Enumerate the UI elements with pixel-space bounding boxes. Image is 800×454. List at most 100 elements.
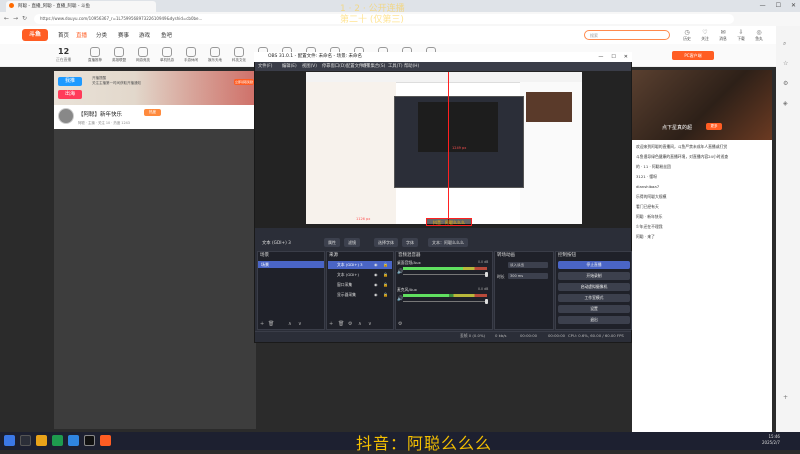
add-icon[interactable]: + [783,394,788,401]
eye-icon[interactable]: ◉ [374,282,378,287]
obs-taskbar-icon[interactable] [84,435,95,446]
mixer-settings-icon[interactable]: ⚙ [398,321,402,327]
message-button[interactable]: ✉ 消息 [714,29,732,42]
control-button[interactable]: 启动虚拟摄像机 [558,283,630,291]
browser-tab[interactable]: 阿聪 - 直播_阿聪 - 直播_阿聪 - 斗鱼 [6,1,156,12]
control-button[interactable]: 开始录制 [558,272,630,280]
properties-button[interactable]: 属性 [324,238,340,247]
tools-icon[interactable]: ⚙ [783,80,788,87]
obs-close-icon[interactable]: ✕ [624,52,628,62]
games-icon[interactable]: ◈ [783,100,788,107]
eye-icon[interactable]: ◉ [374,292,378,297]
scene-remove-icon[interactable]: 🗑 [268,321,274,327]
control-button[interactable]: 退出 [558,316,630,324]
speaker-icon[interactable]: 🔊 [397,269,403,275]
obs-maximize-icon[interactable]: ☐ [611,52,615,62]
obs-menu-item[interactable]: 场景集合(S) [362,63,385,69]
close-icon[interactable]: ✕ [791,0,796,12]
follow-count[interactable]: 12 [58,47,69,56]
nav-yuba[interactable]: 鱼吧 [161,31,172,39]
obs-menu-item[interactable]: 视图(V) [302,63,317,69]
category-item[interactable]: 网游竞技 [132,47,154,63]
obs-menu-item[interactable]: 编辑(E) [282,63,297,69]
mixer-fader-track[interactable] [403,301,487,302]
refresh-icon[interactable]: ↻ [22,15,27,22]
scene-up-icon[interactable]: ∧ [288,321,292,327]
control-button[interactable]: 设置 [558,305,630,313]
scenes-dock-title: 场景 [260,253,269,258]
mixer-fader-knob[interactable] [485,299,488,304]
browser-icon[interactable] [68,435,79,446]
source-down-icon[interactable]: ∨ [368,321,372,327]
start-icon[interactable] [4,435,15,446]
follow-button[interactable]: ♡ 关注 [696,29,714,42]
category-item[interactable]: 直播推荐 [84,47,106,63]
obs-menu-item[interactable]: 工具(T) [388,63,403,69]
download-button[interactable]: ⇩ 下载 [732,29,750,42]
control-button[interactable]: 工作室模式 [558,294,630,302]
scene-add-icon[interactable]: + [260,321,264,327]
message-icon: ✉ [720,29,726,36]
scene-item[interactable]: 场景 [258,261,324,268]
nav-category[interactable]: 分类 [96,31,107,39]
eye-icon[interactable]: ◉ [374,262,378,267]
back-icon[interactable]: ← [4,15,9,22]
maximize-icon[interactable]: ☐ [776,0,781,12]
explorer-icon[interactable] [36,435,47,446]
category-item[interactable]: 英雄联盟 [108,47,130,63]
text-field[interactable]: 文本：阿聪么么么 [428,238,468,247]
lock-icon[interactable]: 🔒 [383,292,388,297]
event-banner[interactable] [632,70,772,140]
source-settings-icon[interactable]: ⚙ [348,321,352,327]
obs-menu-item[interactable]: 帮助(H) [404,63,419,69]
mixer-fader-knob[interactable] [485,272,488,277]
douyu-logo[interactable]: 斗鱼 [22,29,48,41]
promo-claim-button[interactable]: 立即领取奖励 [234,79,254,85]
taskbar-clock[interactable]: 15:46 2025/2/7 [762,434,780,446]
promo-badge-2[interactable]: 出海 [58,90,82,99]
obs-menu-item[interactable]: 文件(F) [258,63,272,69]
category-item[interactable]: 娱乐天地 [204,47,226,63]
control-button[interactable]: 停止直播 [558,261,630,269]
lock-icon[interactable]: 🔒 [383,262,388,267]
avatar[interactable] [58,108,74,124]
obs-menu-item[interactable]: 停靠窗口(D) [322,63,346,69]
speaker-icon[interactable]: 🔊 [397,296,403,302]
nav-home[interactable]: 首页 [58,31,69,39]
preview-selected-text-source[interactable]: 抖音：阿聪么么么 [426,218,472,226]
nav-games[interactable]: 游戏 [139,31,150,39]
search-icon[interactable]: ⌕ [783,40,786,48]
filters-button[interactable]: 滤镜 [344,238,360,247]
font-select-button[interactable]: 选择字体 [374,238,398,247]
category-item[interactable]: 单机热游 [156,47,178,63]
eye-icon[interactable]: ◉ [374,272,378,277]
lock-icon[interactable]: 🔒 [383,272,388,277]
source-up-icon[interactable]: ∧ [358,321,362,327]
video-player[interactable] [54,129,256,429]
search-taskbar-icon[interactable] [20,435,31,446]
event-banner-more[interactable]: 更多 [706,123,722,130]
douyu-taskbar-icon[interactable] [100,435,111,446]
app-icon[interactable] [52,435,63,446]
transition-type-select[interactable]: 淡入淡出 [508,262,548,268]
lock-icon[interactable]: 🔒 [383,282,388,287]
transition-duration-input[interactable]: 300 ms [508,273,548,279]
category-item[interactable]: 科技文化 [228,47,250,63]
nav-events[interactable]: 赛事 [118,31,129,39]
category-item[interactable]: 手游休闲 [180,47,202,63]
obs-minimize-icon[interactable]: — [598,52,603,62]
source-add-icon[interactable]: + [329,321,333,327]
source-remove-icon[interactable]: 🗑 [338,321,344,327]
history-button[interactable]: ◷ 历史 [678,29,696,42]
forward-icon[interactable]: → [13,15,18,22]
mixer-fader-track[interactable] [403,274,487,275]
fishball-button[interactable]: ◎ 鱼丸 [750,29,768,42]
bookmark-icon[interactable]: ☆ [783,60,788,67]
promo-badge-1[interactable]: 我推 [58,77,82,86]
search-input[interactable]: 搜索 [584,30,670,40]
scene-down-icon[interactable]: ∨ [298,321,302,327]
nav-live[interactable]: 直播 [76,31,87,39]
minimize-icon[interactable]: — [760,0,766,12]
pc-client-button[interactable]: PC客户端 [672,51,714,60]
font-button[interactable]: 字体 [402,238,418,247]
